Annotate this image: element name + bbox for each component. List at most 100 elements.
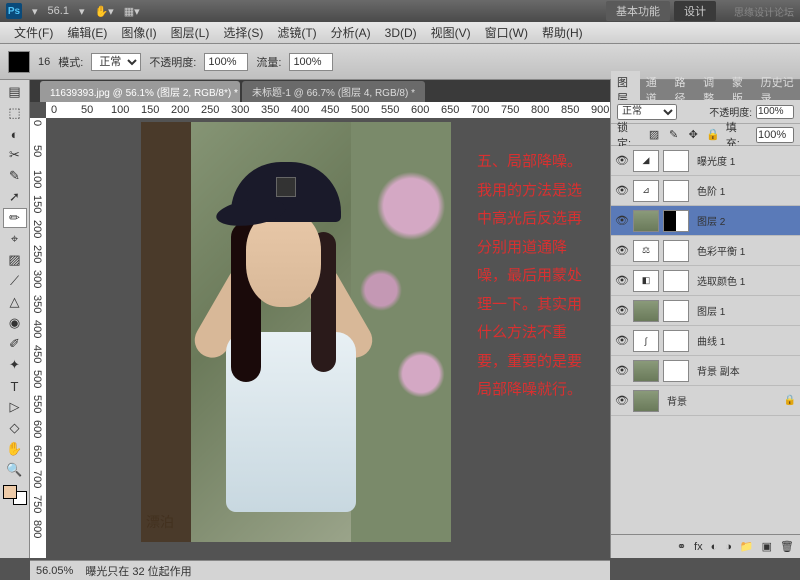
visibility-icon[interactable]: 👁	[615, 154, 629, 167]
layer-name[interactable]: 曲线 1	[697, 333, 725, 348]
workspace-tab[interactable]: 设计	[674, 1, 716, 21]
layer-mask[interactable]	[663, 330, 689, 352]
color-swatches[interactable]	[3, 485, 27, 505]
menu-view[interactable]: 视图(V)	[425, 22, 477, 43]
view-icon[interactable]: ▦▾	[124, 5, 140, 18]
new-layer-icon[interactable]: ▣	[762, 540, 772, 553]
layer-mask[interactable]	[663, 150, 689, 172]
folder-icon[interactable]: 📁	[740, 540, 754, 553]
flow-input[interactable]	[289, 53, 333, 71]
brush-tool[interactable]: ✏	[3, 208, 27, 228]
text-tool[interactable]: T	[3, 376, 27, 396]
canvas[interactable]: 漂泊 五、局部降噪。我用的方法是选中高光后反选再分别用道通降噪，最后用蒙处理一下…	[46, 118, 610, 558]
layer-row[interactable]: 👁 图层 1	[611, 296, 800, 326]
lock-pixels-icon[interactable]: ✎	[667, 128, 681, 142]
history-brush-tool[interactable]: ▨	[3, 250, 27, 270]
layer-mask[interactable]	[663, 270, 689, 292]
lock-all-icon[interactable]: 🔒	[706, 128, 720, 142]
layer-opacity-input[interactable]	[756, 105, 794, 119]
menu-image[interactable]: 图像(I)	[115, 22, 162, 43]
visibility-icon[interactable]: 👁	[615, 214, 629, 227]
visibility-icon[interactable]: 👁	[615, 334, 629, 347]
mask-icon[interactable]: ◐	[711, 541, 718, 553]
app-icon: Ps	[6, 3, 22, 19]
visibility-icon[interactable]: 👁	[615, 394, 629, 407]
menu-help[interactable]: 帮助(H)	[536, 22, 589, 43]
pen-tool[interactable]: ✦	[3, 355, 27, 375]
layer-row[interactable]: 👁背景🔒	[611, 386, 800, 416]
menu-analysis[interactable]: 分析(A)	[325, 22, 377, 43]
dodge-tool[interactable]: ✐	[3, 334, 27, 354]
fill-input[interactable]	[756, 127, 794, 143]
layer-name[interactable]: 背景	[667, 393, 687, 408]
layer-name[interactable]: 色阶 1	[697, 183, 725, 198]
layer-name[interactable]: 图层 2	[697, 213, 725, 228]
layer-mask[interactable]	[663, 360, 689, 382]
document-tab[interactable]: 未标题-1 @ 66.7% (图层 4, RGB/8) *	[242, 81, 425, 102]
hand-tool[interactable]: ✋	[3, 439, 27, 459]
layer-mask[interactable]	[663, 210, 689, 232]
layer-row[interactable]: 👁 背景 副本	[611, 356, 800, 386]
eyedropper-tool[interactable]: ✎	[3, 166, 27, 186]
watermark: 漂泊	[146, 512, 174, 532]
layer-mask[interactable]	[663, 300, 689, 322]
crop-tool[interactable]: ✂	[3, 145, 27, 165]
layer-blend-select[interactable]: 正常	[617, 104, 677, 120]
visibility-icon[interactable]: 👁	[615, 274, 629, 287]
menu-window[interactable]: 窗口(W)	[479, 22, 534, 43]
status-zoom[interactable]: 56.05%	[36, 565, 73, 577]
marquee-tool[interactable]: ⬚	[3, 103, 27, 123]
layer-row[interactable]: 👁⊿色阶 1	[611, 176, 800, 206]
lock-transparent-icon[interactable]: ▨	[647, 128, 661, 142]
menu-filter[interactable]: 滤镜(T)	[271, 22, 322, 43]
menu-edit[interactable]: 编辑(E)	[61, 22, 113, 43]
layer-thumb	[633, 360, 659, 382]
layer-name[interactable]: 背景 副本	[697, 363, 740, 378]
layer-name[interactable]: 曝光度 1	[697, 153, 735, 168]
layer-name[interactable]: 色彩平衡 1	[697, 243, 745, 258]
layer-name[interactable]: 图层 1	[697, 303, 725, 318]
fx-icon[interactable]: fx	[694, 541, 703, 553]
workspace-tab[interactable]: 基本功能	[606, 1, 670, 21]
move-tool[interactable]: ▤	[3, 82, 27, 102]
layer-thumb	[633, 390, 659, 412]
visibility-icon[interactable]: 👁	[615, 364, 629, 377]
layer-row[interactable]: 👁⚖色彩平衡 1	[611, 236, 800, 266]
layer-mask[interactable]	[663, 240, 689, 262]
menu-select[interactable]: 选择(S)	[217, 22, 269, 43]
zoom-tool[interactable]: 🔍	[3, 460, 27, 480]
layer-row[interactable]: 👁◧选取颜色 1	[611, 266, 800, 296]
layer-row[interactable]: 👁◢曝光度 1	[611, 146, 800, 176]
shape-tool[interactable]: ◇	[3, 418, 27, 438]
layer-name[interactable]: 选取颜色 1	[697, 273, 745, 288]
layer-row[interactable]: 👁 图层 2	[611, 206, 800, 236]
menu-3d[interactable]: 3D(D)	[379, 24, 423, 42]
hand-icon[interactable]: ✋▾	[94, 5, 113, 18]
visibility-icon[interactable]: 👁	[615, 304, 629, 317]
lock-position-icon[interactable]: ✥	[686, 128, 700, 142]
healing-tool[interactable]: ➚	[3, 187, 27, 207]
blend-mode-select[interactable]: 正常	[91, 53, 141, 71]
menu-file[interactable]: 文件(F)	[8, 22, 59, 43]
lasso-tool[interactable]: ◐	[3, 124, 27, 144]
panel-tabs: 图层 通道 路径 调整 蒙版 历史记录	[611, 80, 800, 100]
layer-mask[interactable]	[663, 180, 689, 202]
layer-row[interactable]: 👁∫曲线 1	[611, 326, 800, 356]
opacity-input[interactable]	[204, 53, 248, 71]
brush-preview[interactable]	[8, 51, 30, 73]
menu-layer[interactable]: 图层(L)	[165, 22, 216, 43]
titlebar-item[interactable]: ▾	[79, 5, 85, 18]
document-tab[interactable]: 11639393.jpg @ 56.1% (图层 2, RGB/8*) *	[40, 81, 240, 102]
adjustment-icon[interactable]: ◑	[725, 541, 732, 553]
link-icon[interactable]: ⚭	[677, 540, 686, 553]
blur-tool[interactable]: ◉	[3, 313, 27, 333]
trash-icon[interactable]: 🗑	[780, 540, 794, 553]
visibility-icon[interactable]: 👁	[615, 244, 629, 257]
gradient-tool[interactable]: △	[3, 292, 27, 312]
stamp-tool[interactable]: ⌖	[3, 229, 27, 249]
path-tool[interactable]: ▷	[3, 397, 27, 417]
titlebar-item[interactable]: ▾	[32, 5, 38, 18]
eraser-tool[interactable]: ⟋	[3, 271, 27, 291]
menu-bar: 文件(F) 编辑(E) 图像(I) 图层(L) 选择(S) 滤镜(T) 分析(A…	[0, 22, 800, 44]
visibility-icon[interactable]: 👁	[615, 184, 629, 197]
